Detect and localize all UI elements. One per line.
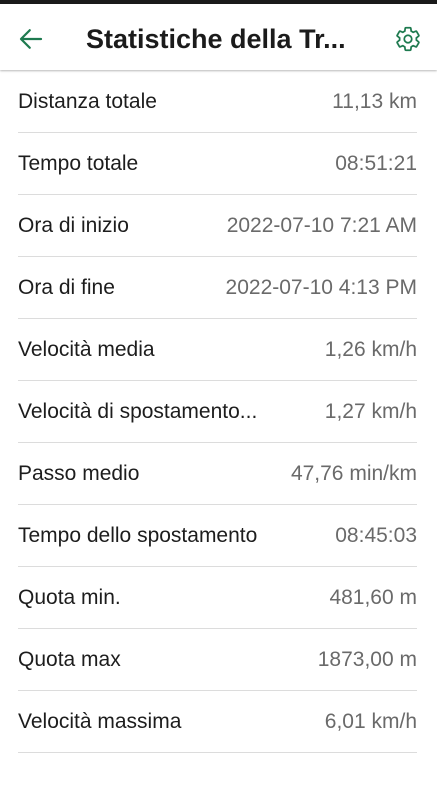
stat-value: 1,26 km/h xyxy=(324,337,417,361)
stat-row-max-speed: Velocità massima 6,01 km/h xyxy=(18,691,417,753)
stats-list: Distanza totale 11,13 km Tempo totale 08… xyxy=(18,71,417,753)
stat-label: Quota max xyxy=(18,647,121,671)
stat-row-average-speed: Velocità media 1,26 km/h xyxy=(18,319,417,381)
stat-label: Velocità media xyxy=(18,337,155,361)
stat-label: Tempo dello spostamento xyxy=(18,523,258,547)
settings-button[interactable] xyxy=(393,24,423,54)
stat-value: 2022-07-10 7:21 AM xyxy=(226,213,417,237)
stat-value: 481,60 m xyxy=(329,585,417,609)
stat-row-total-distance: Distanza totale 11,13 km xyxy=(18,71,417,133)
stat-value: 08:45:03 xyxy=(335,523,417,547)
arrow-left-icon xyxy=(19,29,43,49)
stat-label: Tempo totale xyxy=(18,151,139,175)
stat-row-min-elevation: Quota min. 481,60 m xyxy=(18,567,417,629)
stat-row-average-pace: Passo medio 47,76 min/km xyxy=(18,443,417,505)
stat-label: Distanza totale xyxy=(18,89,157,113)
gear-icon xyxy=(396,26,420,52)
stat-label: Ora di fine xyxy=(18,275,115,299)
back-button[interactable] xyxy=(14,22,48,56)
stat-row-max-elevation: Quota max 1873,00 m xyxy=(18,629,417,691)
app-bar: Statistiche della Tr... xyxy=(0,4,437,70)
stat-value: 2022-07-10 4:13 PM xyxy=(225,275,417,299)
stat-label: Velocità massima xyxy=(18,709,182,733)
stat-value: 6,01 km/h xyxy=(324,709,417,733)
stat-row-moving-time: Tempo dello spostamento 08:45:03 xyxy=(18,505,417,567)
stat-value: 11,13 km xyxy=(332,89,417,113)
stat-value: 1873,00 m xyxy=(317,647,417,671)
stat-value: 1,27 km/h xyxy=(324,399,417,423)
stat-row-end-time: Ora di fine 2022-07-10 4:13 PM xyxy=(18,257,417,319)
stat-value: 47,76 min/km xyxy=(290,461,417,485)
stat-value: 08:51:21 xyxy=(335,151,417,175)
stat-row-total-time: Tempo totale 08:51:21 xyxy=(18,133,417,195)
stat-row-start-time: Ora di inizio 2022-07-10 7:21 AM xyxy=(18,195,417,257)
stat-label: Passo medio xyxy=(18,461,140,485)
page-title: Statistiche della Tr... xyxy=(86,24,346,54)
stat-row-moving-speed: Velocità di spostamento... 1,27 km/h xyxy=(18,381,417,443)
stat-label: Ora di inizio xyxy=(18,213,129,237)
stat-label: Quota min. xyxy=(18,585,121,609)
stat-label: Velocità di spostamento... xyxy=(18,399,258,423)
